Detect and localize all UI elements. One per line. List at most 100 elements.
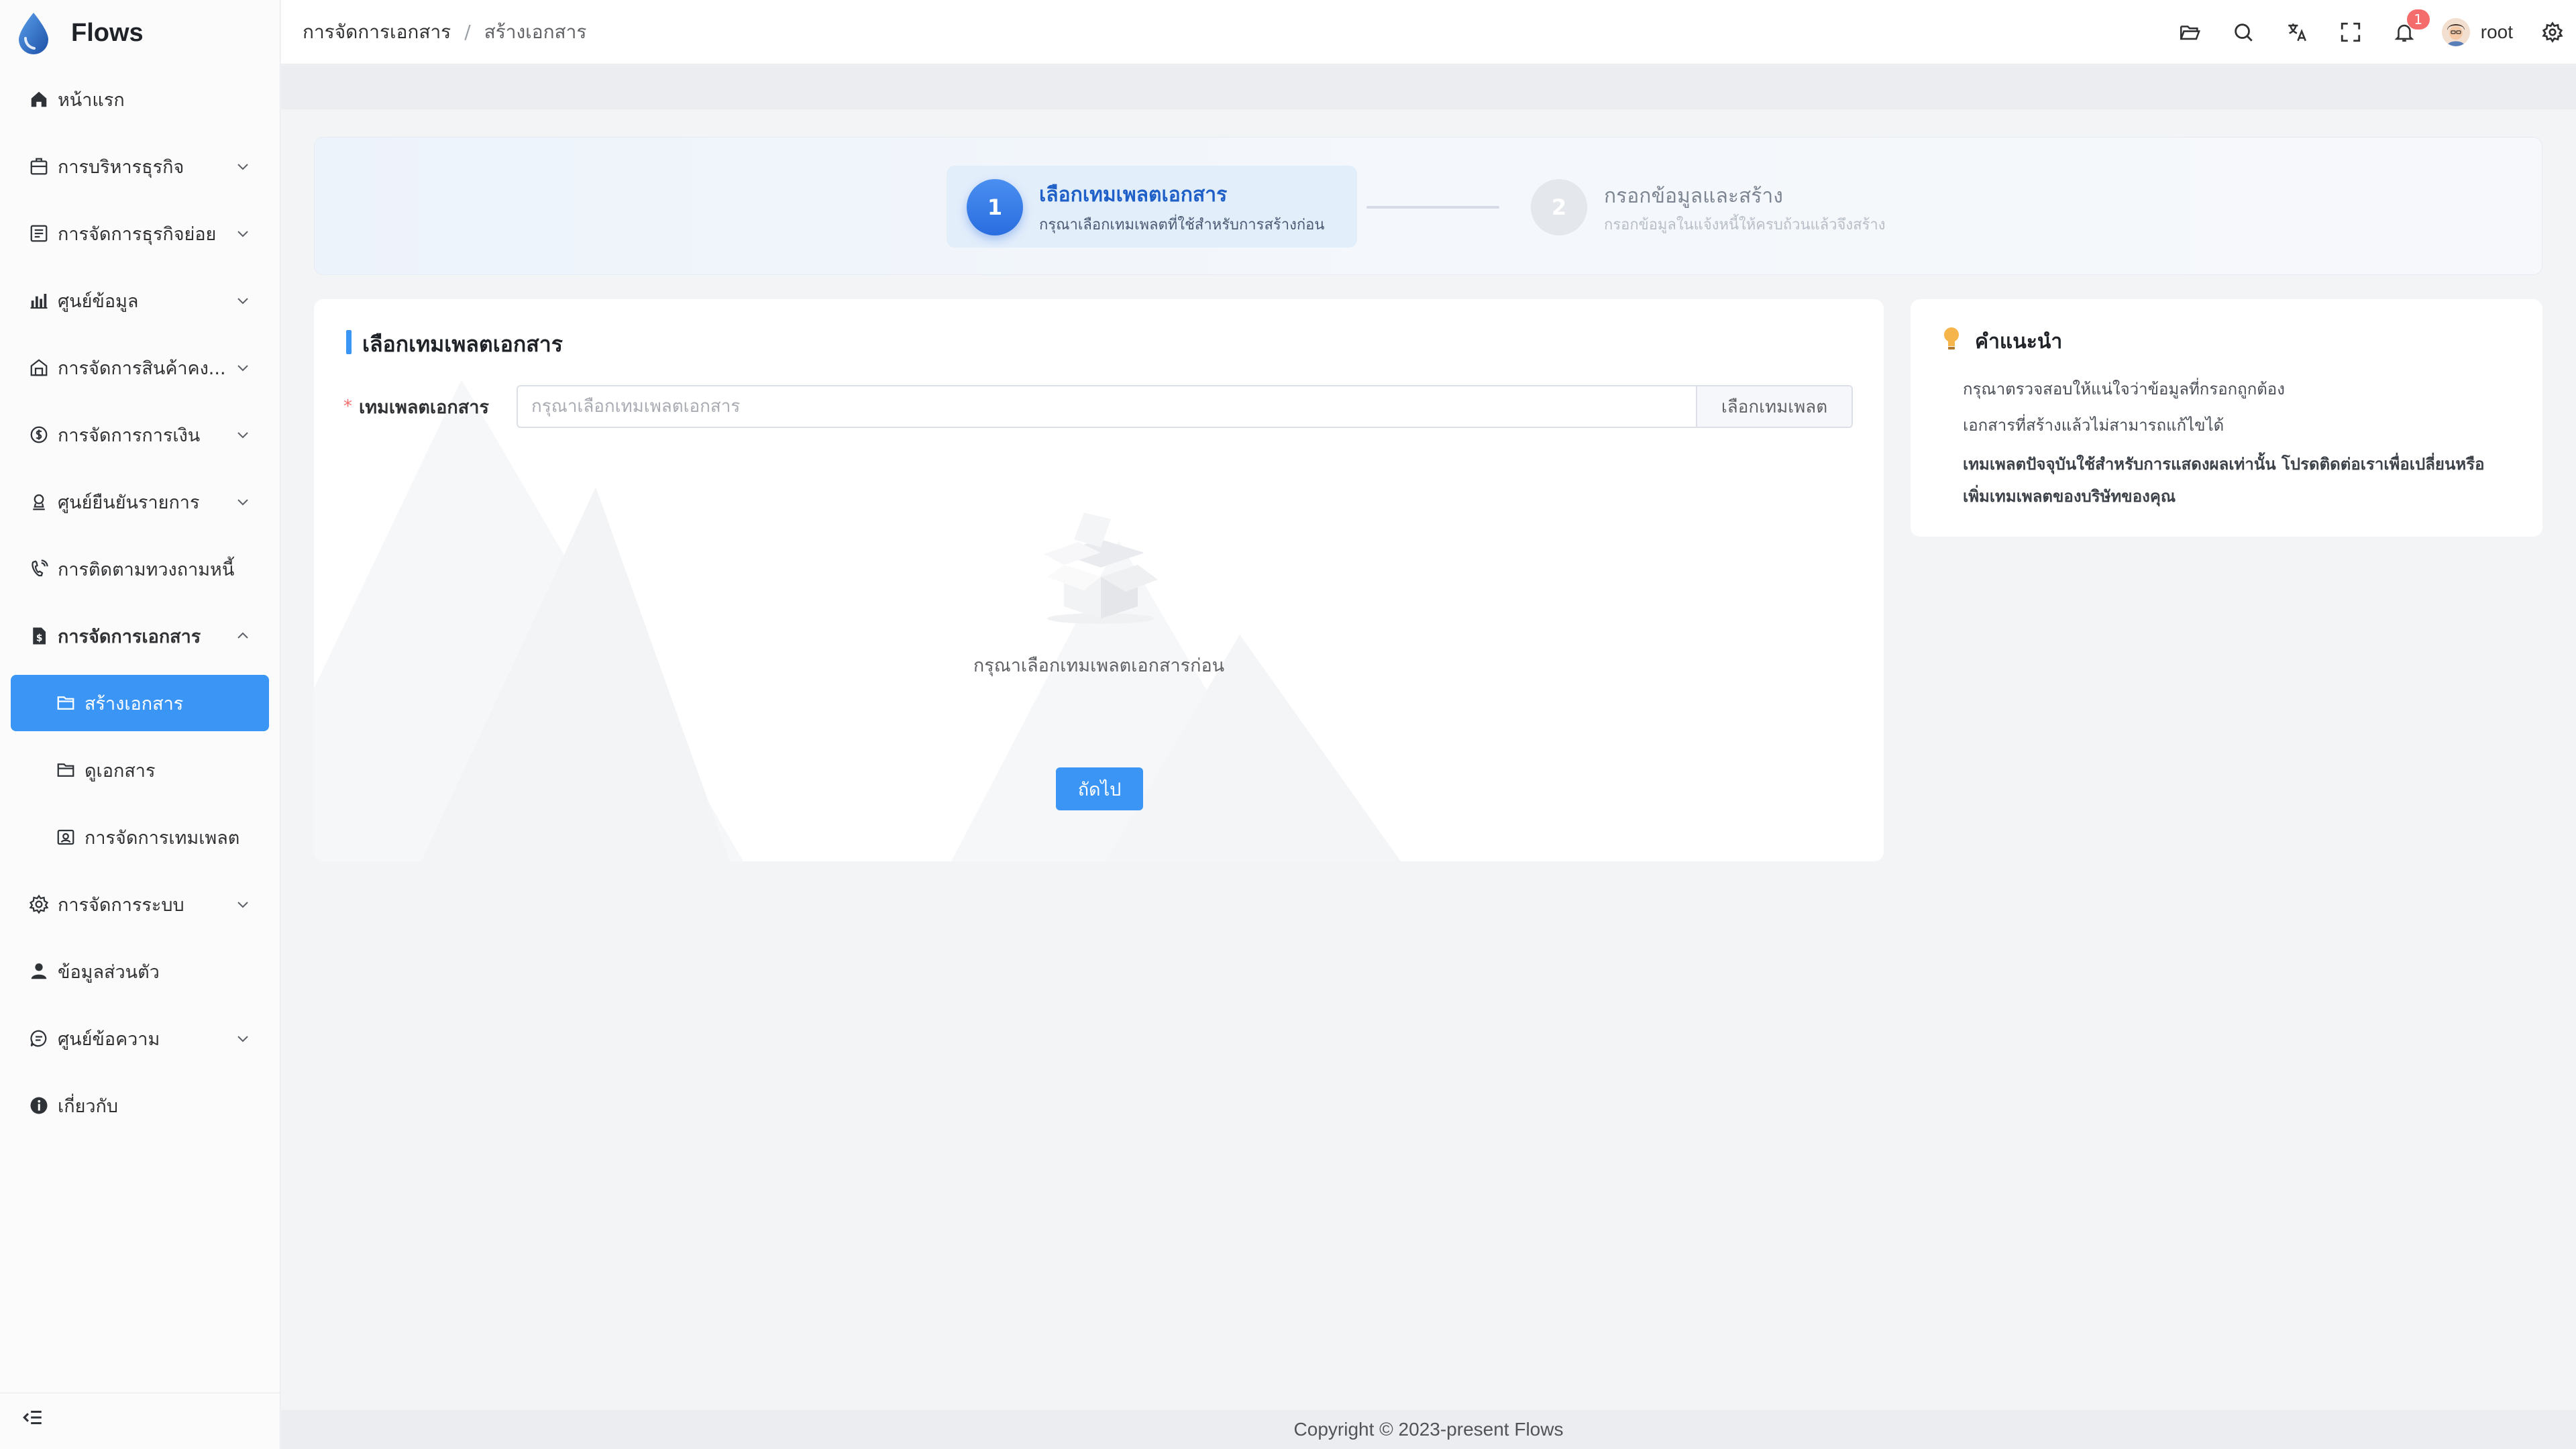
sidebar-item-label: หน้าแรก [58,89,125,111]
gear-icon [28,894,50,915]
sidebar-item-view-documents[interactable]: ดูเอกสาร [0,737,280,804]
sidebar-item-label: การจัดการเทมเพลต [85,827,240,849]
tip-item: เทมเพลตปัจจุบันใช้สำหรับการแสดงผลเท่านั้… [1963,455,2485,506]
chevron-up-icon [237,632,248,639]
next-button[interactable]: ถัดไป [1056,767,1143,810]
chevron-down-icon [237,902,248,908]
step-connector [1366,206,1499,209]
step-1[interactable]: 1 เลือกเทมเพลตเอกสาร กรุณาเลือกเทมเพลตที… [947,166,1357,248]
folder-button[interactable] [2163,0,2216,64]
document-icon: $ [28,625,50,647]
sidebar-item-sub-business[interactable]: การจัดการธุรกิจย่อย [0,200,280,267]
translate-icon [2288,23,2306,42]
sidebar-item-home[interactable]: หน้าแรก [0,66,280,133]
avatar [2441,18,2470,46]
chevron-down-icon [237,499,248,506]
user-menu[interactable]: root [2441,18,2513,46]
bar-chart-icon [28,290,50,311]
step-number: 2 [1531,179,1587,235]
breadcrumb-item[interactable]: การจัดการเอกสาร [303,17,451,47]
sidebar-menu: หน้าแรก การบริหารธุรกิจ การจัดการธุรกิจย… [0,66,280,1139]
template-select-card: เลือกเทมเพลตเอกสาร * เทมเพลตเอกสาร เลือก… [314,299,1884,861]
money-icon [28,424,50,445]
warehouse-icon [28,357,50,378]
sidebar-item-label: การจัดการระบบ [58,894,184,916]
sidebar-item-label: การติดตามทวงถามหนี้ [58,559,235,580]
chevron-down-icon [237,298,248,305]
username: root [2480,21,2513,42]
brand-name: Flows [71,18,144,47]
sidebar-item-label: เกี่ยวกับ [58,1095,119,1117]
chevron-down-icon [237,1036,248,1042]
sub-business-icon [28,223,50,244]
sidebar-item-label: ข้อมูลส่วนตัว [58,961,160,983]
header-tools: 1 root [2163,0,2576,64]
sidebar-item-label: สร้างเอกสาร [85,693,184,714]
chevron-down-icon [237,432,248,439]
tabs-strip [281,65,2576,109]
tip-item: เอกสารที่สร้างแล้วไม่สามารถแก้ไขได้ [1963,416,2224,435]
folder-open-icon [2180,25,2200,40]
empty-box-icon [1044,513,1158,624]
sidebar-item-label: การจัดการธุรกิจย่อย [58,223,217,245]
fullscreen-button[interactable] [2324,0,2377,64]
breadcrumb: การจัดการเอกสาร / สร้างเอกสาร [303,17,586,47]
svg-text:$: $ [36,633,43,644]
verify-icon [28,491,50,513]
template-icon [55,826,76,848]
sidebar-item-label: การจัดการเอกสาร [58,626,201,647]
step-description: กรอกข้อมูลในแจ้งหนี้ให้ครบถ้วนแล้วจึงสร้… [1604,217,1886,233]
message-icon [28,1028,50,1049]
required-mark: * [343,396,352,417]
sidebar-item-messages[interactable]: ศูนย์ข้อความ [0,1005,280,1072]
search-button[interactable] [2216,0,2270,64]
sidebar-item-label: การจัดการการเงิน [58,425,201,446]
sidebar-item-debt-collection[interactable]: การติดตามทวงถามหนี้ [0,535,280,602]
sidebar-item-data-center[interactable]: ศูนย์ข้อมูล [0,267,280,334]
sidebar-item-business[interactable]: การบริหารธุรกิจ [0,133,280,200]
sidebar-item-profile[interactable]: ข้อมูลส่วนตัว [0,938,280,1005]
brand[interactable]: Flows [0,0,280,66]
title-accent-bar [346,330,352,354]
template-label: เทมเพลตเอกสาร [359,396,489,418]
sidebar-item-documents[interactable]: $ การจัดการเอกสาร [0,602,280,669]
settings-button[interactable] [2529,0,2576,64]
business-icon [28,156,50,177]
chevron-down-icon [237,231,248,237]
sidebar-item-create-document[interactable]: สร้างเอกสาร [11,675,269,731]
select-template-button[interactable]: เลือกเทมเพลต [1696,386,1851,427]
step-title: กรอกข้อมูลและสร้าง [1604,184,1783,208]
documents-submenu: สร้างเอกสาร ดูเอกสาร การจัดการเทมเพลต [0,675,280,871]
step-title: เลือกเทมเพลตเอกสาร [1039,183,1228,207]
breadcrumb-separator: / [464,21,471,43]
home-icon [28,89,50,110]
collapse-sidebar-icon[interactable] [21,1406,44,1429]
step-number: 1 [967,179,1023,235]
template-input[interactable] [518,386,1696,427]
sidebar: Flows หน้าแรก การบริหารธุรกิจ การจัดการธ… [0,0,280,1449]
language-button[interactable] [2270,0,2324,64]
folder-add-icon [55,692,76,714]
notification-badge: 1 [2406,9,2430,30]
chevron-down-icon [237,164,248,170]
search-icon [2235,23,2253,42]
sidebar-item-finance[interactable]: การจัดการการเงิน [0,401,280,468]
sidebar-item-verify[interactable]: ศูนย์ยืนยันรายการ [0,468,280,535]
sidebar-item-label: การจัดการสินค้าคง... [58,358,226,379]
phone-icon [28,558,50,580]
empty-state-text: กรุณาเลือกเทมเพลตเอกสารก่อน [973,655,1225,676]
info-icon [28,1095,50,1116]
sidebar-item-label: การบริหารธุรกิจ [58,156,184,178]
tips-title: คำแนะนำ [1975,330,2063,354]
sidebar-item-system[interactable]: การจัดการระบบ [0,871,280,938]
sidebar-item-template-management[interactable]: การจัดการเทมเพลต [0,804,280,871]
footer: Copyright © 2023-present Flows [281,1410,2576,1449]
notification-button[interactable]: 1 [2377,0,2431,64]
sidebar-item-inventory[interactable]: การจัดการสินค้าคง... [0,334,280,401]
copyright-text: Copyright © 2023-present Flows [1293,1419,1564,1440]
sidebar-item-about[interactable]: เกี่ยวกับ [0,1072,280,1139]
step-description: กรุณาเลือกเทมเพลตที่ใช้สำหรับการสร้างก่อ… [1039,217,1325,233]
settings-gear-icon [2542,21,2563,43]
sidebar-item-label: ดูเอกสาร [85,760,156,782]
template-input-group: เลือกเทมเพลต [517,385,1853,428]
